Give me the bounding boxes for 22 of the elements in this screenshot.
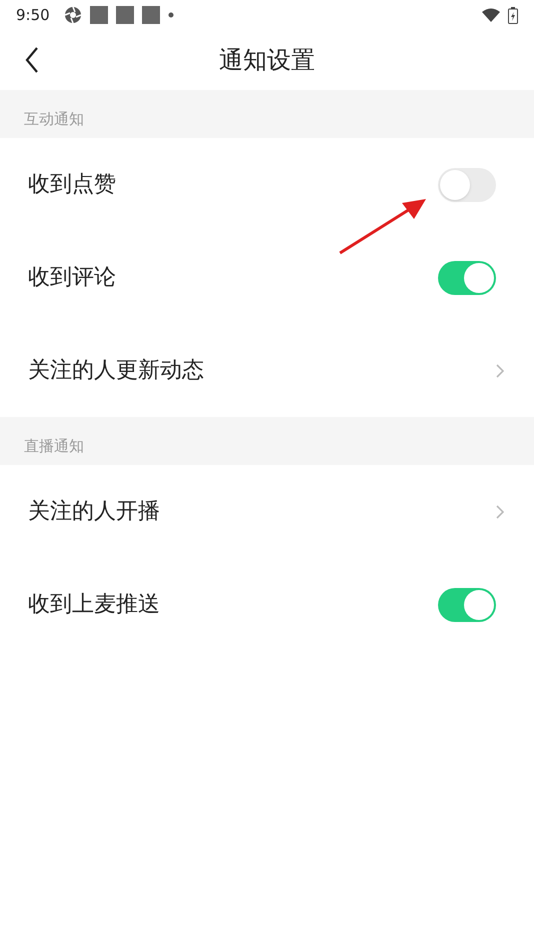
battery-icon xyxy=(508,6,518,24)
back-icon xyxy=(25,47,39,73)
more-dot-icon xyxy=(168,12,174,18)
notification-icon xyxy=(90,6,108,24)
setting-label: 收到点赞 xyxy=(28,171,117,199)
page-title: 通知设置 xyxy=(219,45,315,76)
aperture-icon xyxy=(64,6,82,24)
toggle-switch[interactable] xyxy=(438,260,496,294)
chevron-right-icon[interactable] xyxy=(496,364,504,378)
toggle-switch[interactable] xyxy=(438,168,496,202)
setting-label: 收到评论 xyxy=(28,264,117,292)
notification-icon xyxy=(142,6,160,24)
setting-label: 收到上麦推送 xyxy=(28,591,161,619)
setting-label: 关注的人更新动态 xyxy=(28,357,205,385)
section-title: 互动通知 xyxy=(24,108,84,130)
setting-label: 关注的人开播 xyxy=(28,498,161,526)
toggle-switch[interactable] xyxy=(438,588,496,622)
chevron-right-icon[interactable] xyxy=(496,504,504,518)
notification-icon xyxy=(116,6,134,24)
status-time: 9:50 xyxy=(16,4,50,26)
wifi-icon xyxy=(482,8,500,22)
section-title: 直播通知 xyxy=(24,436,84,456)
